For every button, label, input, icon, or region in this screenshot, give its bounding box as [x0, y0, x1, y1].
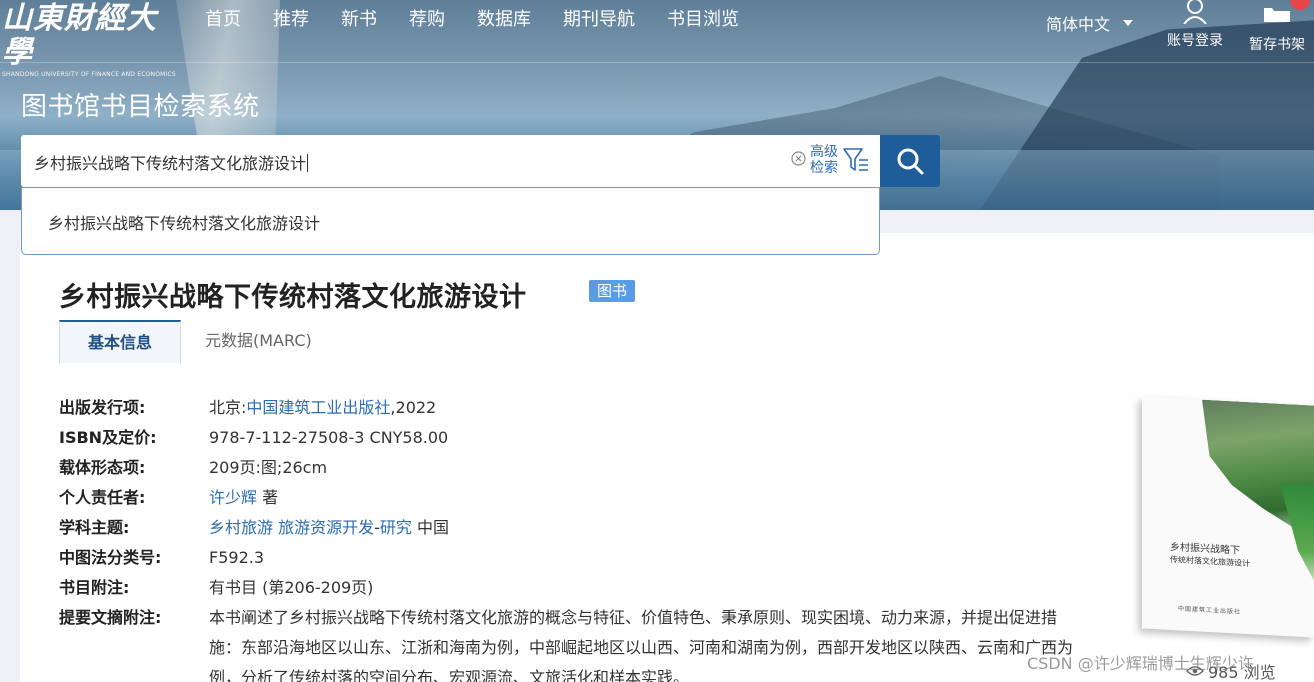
- nav-new-books[interactable]: 新书: [341, 8, 377, 32]
- book-title: 乡村振兴战略下传统村落文化旅游设计: [59, 282, 527, 313]
- nav-recommend[interactable]: 推荐: [273, 8, 309, 32]
- notification-badge: [1290, 0, 1310, 10]
- suggestion-item[interactable]: 乡村振兴战略下传统村落文化旅游设计: [48, 210, 320, 234]
- publish-year: ,2022: [390, 398, 437, 417]
- author-value: 许少辉 著: [209, 483, 278, 513]
- book-detail-card: 乡村振兴战略下传统村落文化旅游设计 图书 基本信息 元数据(MARC) 出版发行…: [20, 233, 1314, 682]
- text-cursor: [307, 154, 309, 172]
- language-label: 简体中文: [1046, 15, 1111, 34]
- bookshelf-label: 暂存书架: [1249, 37, 1305, 53]
- logo-subtitle: SHANDONG UNIVERSITY OF FINANCE AND ECONO…: [2, 71, 176, 78]
- language-selector[interactable]: 简体中文: [1046, 11, 1134, 35]
- author-role: 著: [257, 488, 279, 507]
- note-value: 有书目 (第206-209页): [209, 578, 374, 597]
- bookshelf-button[interactable]: 暂存书架: [1240, 0, 1314, 54]
- nav-journal-guide[interactable]: 期刊导航: [563, 8, 635, 32]
- info-row-clc: 中图法分类号: F592.3: [59, 543, 1099, 573]
- clc-value: F592.3: [209, 548, 265, 567]
- book-type-badge: 图书: [589, 280, 636, 302]
- header-divider: [0, 62, 1314, 63]
- main-nav: 首页 推荐 新书 荐购 数据库 期刊导航 书目浏览: [205, 8, 771, 32]
- nav-home[interactable]: 首页: [205, 8, 241, 32]
- cover-publisher: 中国建筑工业出版社: [1178, 605, 1242, 616]
- isbn-value: 978-7-112-27508-3 CNY58.00: [209, 428, 449, 447]
- user-icon: [1183, 0, 1207, 24]
- isbn-label: ISBN及定价:: [59, 428, 157, 447]
- search-button[interactable]: [880, 135, 940, 187]
- subject-link-rural-tourism[interactable]: 乡村旅游: [209, 518, 273, 537]
- subject-region: 中国: [411, 518, 450, 537]
- note-label: 书目附注:: [59, 578, 130, 597]
- clc-label: 中图法分类号:: [59, 548, 162, 567]
- form-value: 209页:图;26cm: [209, 458, 328, 477]
- login-button[interactable]: 账号登录: [1160, 0, 1230, 50]
- search-input[interactable]: 乡村振兴战略下传统村落文化旅游设计 高级检索: [21, 135, 880, 187]
- logo-text: 山東財經大學: [2, 1, 157, 70]
- university-logo[interactable]: 山東財經大學 SHANDONG UNIVERSITY OF FINANCE AN…: [2, 2, 176, 79]
- info-row-abstract: 提要文摘附注: 本书阐述了乡村振兴战略下传统村落文化旅游的概念与特征、价值特色、…: [59, 603, 1099, 682]
- info-row-form: 载体形态项: 209页:图;26cm: [59, 453, 1099, 483]
- form-label: 载体形态项:: [59, 458, 146, 477]
- login-label: 账号登录: [1167, 33, 1223, 49]
- filter-icon[interactable]: [841, 146, 871, 174]
- search-icon: [897, 148, 924, 175]
- tab-marc[interactable]: 元数据(MARC): [181, 320, 336, 364]
- page-title: 图书馆书目检索系统: [21, 92, 260, 122]
- search-query-text: 乡村振兴战略下传统村落文化旅游设计: [34, 154, 309, 173]
- csdn-watermark: CSDN @许少辉瑞博士生辉少许: [1027, 654, 1254, 673]
- info-row-publish: 出版发行项: 北京:中国建筑工业出版社,2022: [59, 393, 1099, 423]
- chevron-down-icon: [1123, 20, 1134, 26]
- search-suggestion-dropdown: 乡村振兴战略下传统村落文化旅游设计: [21, 187, 880, 255]
- tab-basic-info[interactable]: 基本信息: [59, 320, 181, 364]
- advanced-search-link[interactable]: 高级检索: [810, 144, 842, 176]
- publish-place: 北京:: [209, 398, 247, 417]
- nav-database[interactable]: 数据库: [477, 8, 531, 32]
- info-row-note: 书目附注: 有书目 (第206-209页): [59, 573, 1099, 603]
- detail-tabs: 基本信息 元数据(MARC): [59, 320, 1259, 364]
- publisher-link[interactable]: 中国建筑工业出版社: [246, 398, 390, 417]
- book-cover-image[interactable]: 乡村振兴战略下 传统村落文化旅游设计 中国建筑工业出版社: [1142, 396, 1314, 638]
- publish-value: 北京:中国建筑工业出版社,2022: [209, 393, 436, 423]
- author-label: 个人责任者:: [59, 488, 146, 507]
- publish-label: 出版发行项:: [59, 398, 146, 417]
- subject-value: 乡村旅游 旅游资源开发-研究 中国: [209, 513, 449, 543]
- abstract-label: 提要文摘附注:: [59, 608, 162, 627]
- nav-catalog-browse[interactable]: 书目浏览: [667, 8, 739, 32]
- info-row-author: 个人责任者: 许少辉 著: [59, 483, 1099, 513]
- clear-icon[interactable]: [791, 151, 806, 166]
- info-row-subject: 学科主题: 乡村旅游 旅游资源开发-研究 中国: [59, 513, 1099, 543]
- subject-link-resource-development[interactable]: 旅游资源开发: [278, 518, 374, 537]
- abstract-value: 本书阐述了乡村振兴战略下传统村落文化旅游的概念与特征、价值特色、秉承原则、现实困…: [209, 608, 1074, 682]
- folder-icon: [1264, 8, 1290, 22]
- info-row-isbn: ISBN及定价: 978-7-112-27508-3 CNY58.00: [59, 423, 1099, 453]
- subject-link-research[interactable]: 研究: [380, 518, 412, 537]
- book-info-list: 出版发行项: 北京:中国建筑工业出版社,2022 ISBN及定价: 978-7-…: [59, 393, 1099, 682]
- subject-label: 学科主题:: [59, 518, 130, 537]
- author-link[interactable]: 许少辉: [209, 488, 257, 507]
- nav-purchase-request[interactable]: 荐购: [409, 8, 445, 32]
